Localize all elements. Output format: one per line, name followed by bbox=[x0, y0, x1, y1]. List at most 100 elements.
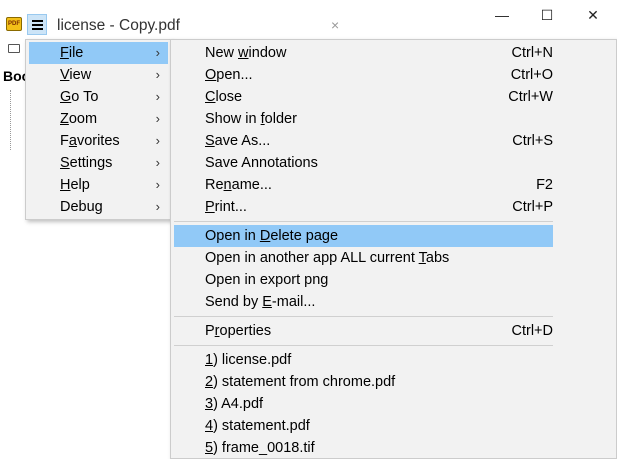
chevron-right-icon: › bbox=[155, 155, 160, 170]
menu-item-favorites[interactable]: Favorites › bbox=[29, 130, 168, 152]
menu-item-label: Save Annotations bbox=[205, 152, 318, 174]
label-text: ) statement from chrome.pdf bbox=[213, 374, 396, 390]
menu-item-properties[interactable]: Properties Ctrl+D bbox=[174, 320, 553, 342]
mnemonic-letter: S bbox=[205, 133, 215, 149]
shortcut-label: Ctrl+W bbox=[508, 89, 553, 105]
menu-item-label: Send by E-mail... bbox=[205, 291, 315, 313]
label-text: abs bbox=[425, 250, 450, 266]
shortcut-label: F2 bbox=[536, 177, 553, 193]
menu-item-print[interactable]: Print... Ctrl+P bbox=[174, 196, 553, 218]
hamburger-menu-button[interactable] bbox=[27, 14, 47, 35]
menu-item-label: New window bbox=[205, 42, 286, 64]
menu-item-debug[interactable]: Debug › bbox=[29, 196, 168, 218]
window-close-button[interactable]: ✕ bbox=[570, 0, 616, 30]
chevron-right-icon: › bbox=[155, 45, 160, 60]
label-text: indow bbox=[248, 45, 287, 61]
label-text: Show in bbox=[205, 111, 261, 127]
label-text: ettings bbox=[69, 155, 113, 171]
menu-item-label: Open in Delete page bbox=[205, 225, 338, 247]
mnemonic-letter: S bbox=[60, 155, 70, 171]
menu-item-settings[interactable]: Settings › bbox=[29, 152, 168, 174]
chevron-right-icon: › bbox=[155, 199, 160, 214]
menu-separator bbox=[174, 221, 553, 222]
mnemonic-letter: V bbox=[60, 67, 70, 83]
menu-item-1-license-pdf[interactable]: 1) license.pdf bbox=[174, 349, 553, 371]
tab-close-icon[interactable]: × bbox=[331, 17, 339, 33]
shortcut-label: Ctrl+D bbox=[511, 323, 554, 339]
mnemonic-letter: T bbox=[418, 250, 426, 266]
mnemonic-letter: a bbox=[68, 133, 77, 149]
menu-item-label: Zoom bbox=[60, 108, 97, 130]
minimize-button[interactable]: — bbox=[479, 0, 525, 30]
menu-item-label: Go To bbox=[60, 86, 98, 108]
label-text: Send by bbox=[205, 294, 263, 310]
chevron-right-icon: › bbox=[155, 89, 160, 104]
menu-item-help[interactable]: Help › bbox=[29, 174, 168, 196]
mnemonic-letter: 1 bbox=[205, 352, 214, 368]
menu-item-label: 4) statement.pdf bbox=[205, 415, 310, 437]
menu-item-save-annotations[interactable]: Save Annotations bbox=[174, 152, 553, 174]
menu-item-label: Favorites bbox=[60, 130, 120, 152]
shortcut-label: Ctrl+N bbox=[511, 45, 554, 61]
app-logo-icon: PDF bbox=[6, 17, 22, 31]
menu-item-new-window[interactable]: New window Ctrl+N bbox=[174, 42, 553, 64]
menu-item-3-a4-pdf[interactable]: 3) A4.pdf bbox=[174, 393, 553, 415]
chevron-right-icon: › bbox=[155, 67, 160, 82]
label-text: vorites bbox=[76, 133, 120, 149]
mnemonic-letter: C bbox=[205, 89, 216, 105]
bookmark-tree[interactable] bbox=[10, 90, 25, 150]
menu-item-go-to[interactable]: Go To › bbox=[29, 86, 168, 108]
menu-item-label: File bbox=[60, 42, 83, 64]
hamburger-icon bbox=[32, 28, 43, 30]
menu-item-save-as[interactable]: Save As... Ctrl+S bbox=[174, 130, 553, 152]
menu-item-label: Settings bbox=[60, 152, 112, 174]
menu-item-open-in-another-app-all-current-tabs[interactable]: Open in another app ALL current Tabs bbox=[174, 247, 553, 269]
label-text: rint... bbox=[214, 199, 247, 215]
mnemonic-letter: P bbox=[205, 199, 215, 215]
label-text: elete page bbox=[270, 228, 339, 244]
menu-item-view[interactable]: View › bbox=[29, 64, 168, 86]
menu-item-label: Properties bbox=[205, 320, 271, 342]
menu-item-open-in-delete-page[interactable]: Open in Delete page bbox=[174, 225, 553, 247]
menu-item-zoom[interactable]: Zoom › bbox=[29, 108, 168, 130]
label-text: P bbox=[205, 323, 215, 339]
label-text: older bbox=[264, 111, 297, 127]
menu-item-label: Rename... bbox=[205, 174, 272, 196]
menu-item-close[interactable]: Close Ctrl+W bbox=[174, 86, 553, 108]
label-text: Debug bbox=[60, 199, 103, 215]
file-submenu: New window Ctrl+N Open... Ctrl+O Close Ctrl+W… bbox=[170, 39, 617, 459]
mnemonic-letter: 5 bbox=[205, 440, 214, 456]
menu-separator bbox=[174, 345, 553, 346]
label-text: ) A4.pdf bbox=[213, 396, 264, 412]
menu-item-4-statement-pdf[interactable]: 4) statement.pdf bbox=[174, 415, 553, 437]
menu-item-open[interactable]: Open... Ctrl+O bbox=[174, 64, 553, 86]
main-menu: File › View › Go To › Zoom › Favorites › Settings ›… bbox=[25, 39, 172, 220]
folder-icon[interactable] bbox=[8, 44, 20, 53]
menu-item-show-in-folder[interactable]: Show in folder bbox=[174, 108, 553, 130]
menu-item-file[interactable]: File › bbox=[29, 42, 168, 64]
menu-item-label: Save As... bbox=[205, 130, 270, 152]
menu-item-send-by-e-mail[interactable]: Send by E-mail... bbox=[174, 291, 553, 313]
menu-item-5-frame-0018-tif[interactable]: 5) frame_0018.tif bbox=[174, 437, 553, 459]
hamburger-icon bbox=[32, 20, 43, 22]
menu-item-2-statement-from-chrome-pdf[interactable]: 2) statement from chrome.pdf bbox=[174, 371, 553, 393]
menu-item-label: 3) A4.pdf bbox=[205, 393, 263, 415]
label-text: oom bbox=[68, 111, 98, 127]
menu-item-label: View bbox=[60, 64, 91, 86]
mnemonic-letter: E bbox=[262, 294, 272, 310]
label-text: iew bbox=[69, 67, 92, 83]
tab-title[interactable]: license - Copy.pdf bbox=[57, 17, 180, 35]
shortcut-label: Ctrl+P bbox=[512, 199, 553, 215]
label-text: ile bbox=[68, 45, 84, 61]
label-text: ) license.pdf bbox=[213, 352, 292, 368]
menu-item-rename[interactable]: Rename... F2 bbox=[174, 174, 553, 196]
mnemonic-letter: 3 bbox=[205, 396, 214, 412]
mnemonic-letter: D bbox=[259, 228, 271, 244]
label-text: Open in bbox=[205, 228, 260, 244]
label-text: o To bbox=[71, 89, 99, 105]
label-text: lose bbox=[215, 89, 243, 105]
label-text: ) frame_0018.tif bbox=[213, 440, 315, 456]
maximize-button[interactable]: ☐ bbox=[524, 0, 570, 30]
shortcut-label: Ctrl+S bbox=[512, 133, 553, 149]
menu-item-open-in-export-png[interactable]: Open in export png bbox=[174, 269, 553, 291]
